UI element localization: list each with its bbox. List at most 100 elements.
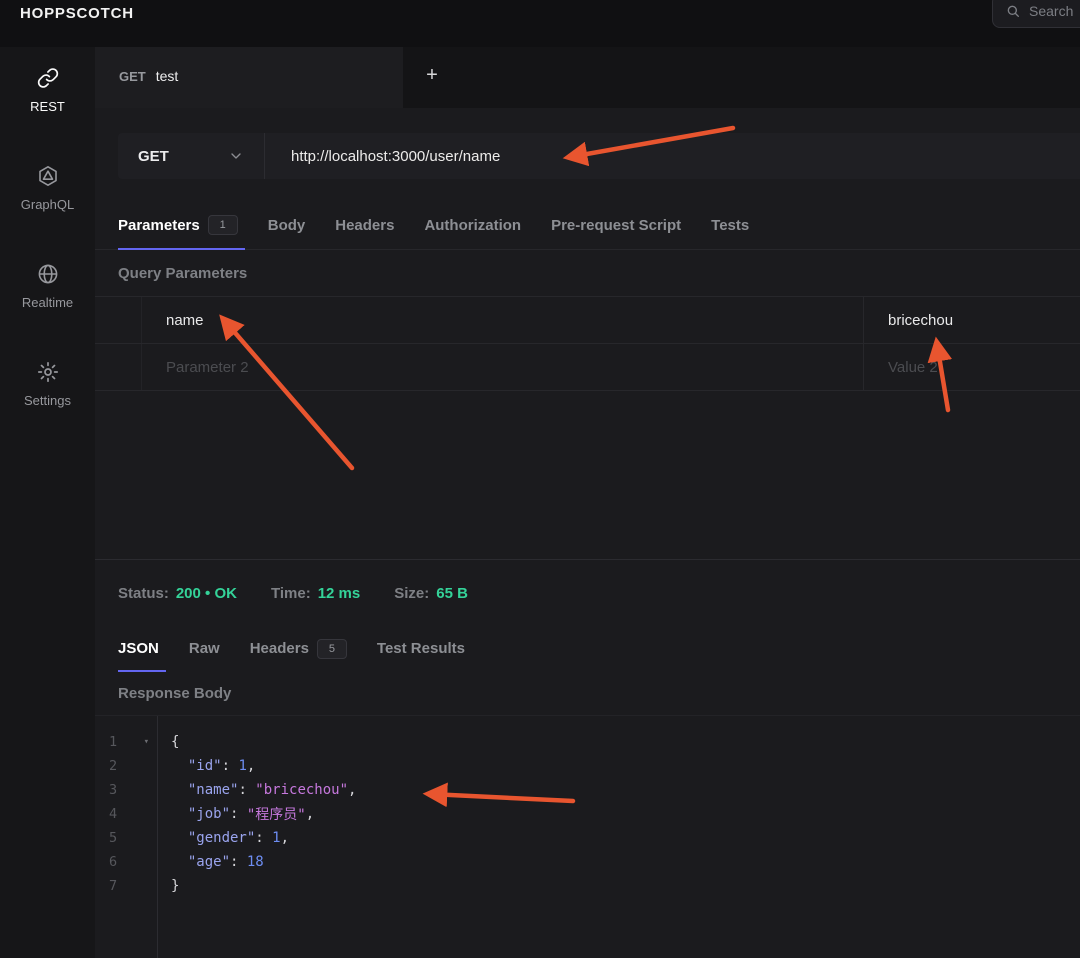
gutter-line: 1 ▾ <box>95 730 157 754</box>
response-meta: Status: 200 • OK Time: 12 ms Size: 65 B <box>95 560 1080 626</box>
line-number: 4 <box>109 806 118 822</box>
hoppscotch-app: HOPPSCOTCH Search REST GraphQL Realtime Set… <box>0 0 1080 958</box>
editor-gutter: 1 ▾ 2 3 4 5 6 7 <box>95 716 158 958</box>
code-token: { <box>171 734 180 750</box>
code-line: "age": 18 <box>171 850 1080 874</box>
topbar: HOPPSCOTCH Search <box>0 0 1080 47</box>
request-tab-get-test[interactable]: GET test <box>95 42 403 108</box>
code-token: , <box>305 806 315 822</box>
sidebar: REST GraphQL Realtime Settings <box>0 42 95 958</box>
tab-badge: 1 <box>207 215 238 235</box>
editor-code: { "id": 1, "name": "bricechou", "job": "… <box>158 716 1080 958</box>
tab-badge: 5 <box>316 638 347 659</box>
search-input[interactable]: Search <box>992 0 1080 28</box>
line-number: 1 <box>109 734 118 750</box>
method-label: GET <box>138 147 169 165</box>
sidebar-item-label: Realtime <box>21 295 74 310</box>
line-number: 6 <box>109 854 118 870</box>
tab-title-label: test <box>155 68 179 84</box>
code-line: "id": 1, <box>171 754 1080 778</box>
main-panel: GET test + GET http://localhost:3000/use… <box>95 42 1080 958</box>
code-line: { <box>171 730 1080 754</box>
param-value-input[interactable]: Value 2 <box>864 344 1080 390</box>
sidebar-item-graphql[interactable]: GraphQL <box>0 150 95 226</box>
response-tab-headers[interactable]: Headers 5 <box>235 626 362 671</box>
gutter-line: 5 <box>95 826 157 850</box>
request-panel-empty-space <box>95 391 1080 559</box>
param-key-input[interactable]: Parameter 2 <box>142 344 864 390</box>
param-row-gutter <box>95 344 142 390</box>
fold-toggle-icon[interactable]: ▾ <box>144 737 149 747</box>
response-panel: Status: 200 • OK Time: 12 ms Size: 65 B JSON R… <box>95 559 1080 958</box>
sidebar-item-label: Settings <box>24 393 71 408</box>
code-token: "job" <box>187 806 231 822</box>
line-number: 2 <box>109 758 118 774</box>
request-tab-headers[interactable]: Headers <box>320 201 409 249</box>
query-parameters-title: Query Parameters <box>118 264 248 282</box>
sidebar-item-realtime[interactable]: Realtime <box>0 248 95 324</box>
code-token: : <box>255 830 273 846</box>
code-line: } <box>171 874 1080 898</box>
meta-value: 12 ms <box>317 584 361 602</box>
tab-label: Tests <box>711 216 750 234</box>
search-icon <box>1007 5 1019 17</box>
tab-label: Pre-request Script <box>551 216 682 234</box>
response-tab-raw[interactable]: Raw <box>174 626 235 671</box>
meta-label: Time: <box>270 584 311 602</box>
param-key-input[interactable]: name <box>142 297 864 343</box>
tab-label: Raw <box>188 640 220 657</box>
tab-label: Headers <box>249 640 309 657</box>
request-tabs: Parameters 1 Body Headers Authorization Pre-r… <box>95 201 1080 250</box>
code-token: "age" <box>187 854 231 870</box>
response-meta-item: Size: 65 B <box>394 585 468 602</box>
code-token: "gender" <box>187 830 256 846</box>
new-tab-button[interactable]: + <box>403 42 461 108</box>
response-tab-test-results[interactable]: Test Results <box>362 626 480 671</box>
gutter-line: 4 <box>95 802 157 826</box>
code-token: , <box>246 758 256 774</box>
app-logo[interactable]: HOPPSCOTCH <box>20 5 134 22</box>
code-line: "job": "程序员", <box>171 802 1080 826</box>
gear-icon <box>36 360 60 384</box>
code-line: "name": "bricechou", <box>171 778 1080 802</box>
url-input[interactable]: http://localhost:3000/user/name <box>265 133 1080 179</box>
tab-label: Test Results <box>376 640 465 657</box>
code-token: "bricechou" <box>255 782 349 798</box>
tab-label: Headers <box>335 216 395 234</box>
code-line: "gender": 1, <box>171 826 1080 850</box>
tab-label: JSON <box>118 640 159 657</box>
request-tab-body[interactable]: Body <box>253 201 321 249</box>
gutter-line: 7 <box>95 874 157 898</box>
request-tab-authorization[interactable]: Authorization <box>409 201 536 249</box>
request-bar-row: GET http://localhost:3000/user/name <box>95 108 1080 179</box>
line-number: 7 <box>109 878 118 894</box>
request-tab-pre-request-script[interactable]: Pre-request Script <box>536 201 696 249</box>
param-value-input[interactable]: bricechou <box>864 297 1080 343</box>
sidebar-item-settings[interactable]: Settings <box>0 346 95 422</box>
sidebar-item-rest[interactable]: REST <box>0 52 95 128</box>
code-token: : <box>230 806 247 822</box>
line-number: 3 <box>109 782 118 798</box>
response-meta-item: Time: 12 ms <box>271 585 360 602</box>
param-row: Parameter 2 Value 2 <box>95 344 1080 391</box>
code-token: 1 <box>238 758 247 774</box>
request-bar: GET http://localhost:3000/user/name <box>118 133 1080 179</box>
code-token: , <box>348 782 357 798</box>
code-token: "id" <box>187 758 222 774</box>
search-placeholder: Search <box>1029 3 1074 19</box>
code-token: : <box>230 854 247 870</box>
param-row: name bricechou <box>95 297 1080 344</box>
tab-label: Body <box>267 216 306 234</box>
response-tab-json[interactable]: JSON <box>118 626 174 672</box>
code-token: 1 <box>272 830 281 846</box>
request-tab-tests[interactable]: Tests <box>696 201 764 249</box>
code-token: "程序员" <box>246 807 306 823</box>
method-selector[interactable]: GET <box>118 133 265 179</box>
param-row-gutter <box>95 297 142 343</box>
request-tab-parameters[interactable]: Parameters 1 <box>118 201 253 250</box>
response-body-title: Response Body <box>118 684 232 702</box>
tab-strip: GET test + <box>95 42 1080 108</box>
